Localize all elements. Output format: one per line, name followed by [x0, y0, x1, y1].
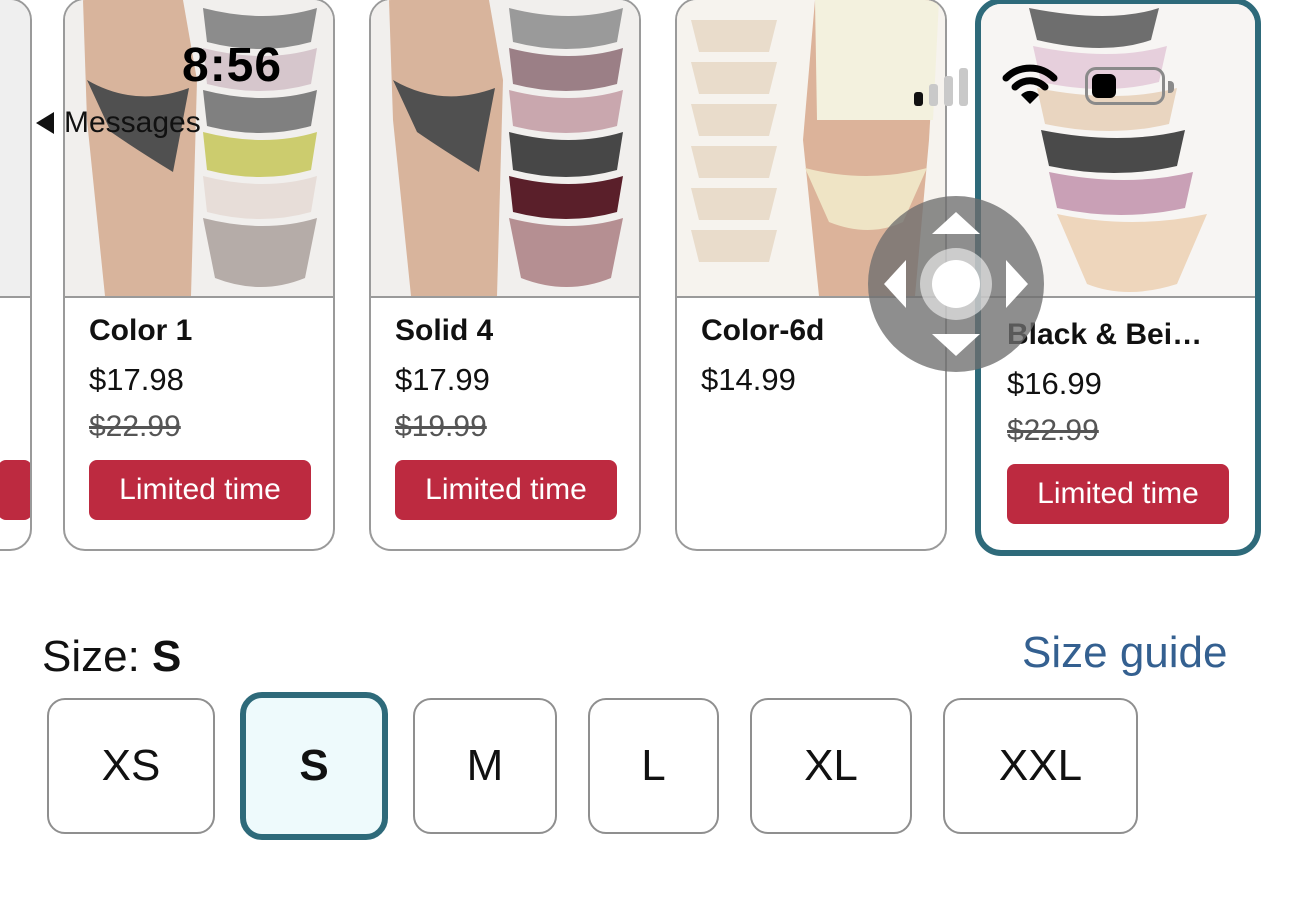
product-name: Color-6d: [701, 314, 825, 347]
back-to-messages[interactable]: Messages: [36, 106, 201, 140]
product-old-price: $22.99: [89, 410, 181, 443]
limited-time-badge: [0, 460, 30, 520]
size-option-m[interactable]: M: [413, 698, 557, 834]
product-price: $17.98: [89, 362, 184, 397]
size-option-xxl[interactable]: XXL: [943, 698, 1138, 834]
size-option-s[interactable]: S: [240, 692, 388, 840]
selected-size-value: S: [152, 632, 182, 681]
product-price: $16.99: [1007, 366, 1102, 401]
product-image: [0, 0, 30, 298]
product-old-price: $19.99: [395, 410, 487, 443]
product-name: Color 1: [89, 314, 193, 347]
back-label: Messages: [64, 106, 201, 139]
assistive-touch-button[interactable]: [868, 196, 1044, 372]
arrow-left-icon: [884, 260, 906, 308]
product-price: $14.99: [701, 362, 796, 397]
arrow-down-icon: [932, 334, 980, 356]
limited-time-badge: Limited time: [1007, 464, 1229, 524]
product-image: [371, 0, 639, 298]
wifi-icon: [1002, 64, 1058, 104]
signal-strength-icon: [914, 68, 968, 106]
size-option-l[interactable]: L: [588, 698, 719, 834]
arrow-right-icon: [1006, 260, 1028, 308]
battery-icon: [1085, 67, 1174, 105]
arrow-up-icon: [932, 212, 980, 234]
product-card-partial[interactable]: [0, 0, 32, 551]
limited-time-badge: Limited time: [89, 460, 311, 520]
size-label: Size: S: [42, 632, 181, 682]
back-arrow-icon: [36, 112, 54, 134]
product-card-solid-4[interactable]: Solid 4 $17.99 $19.99 Limited time: [369, 0, 641, 551]
size-guide-link[interactable]: Size guide: [1022, 628, 1227, 678]
size-option-xs[interactable]: XS: [47, 698, 215, 834]
product-name: Solid 4: [395, 314, 494, 347]
assistive-touch-dot: [932, 260, 980, 308]
size-option-xl[interactable]: XL: [750, 698, 912, 834]
limited-time-badge: Limited time: [395, 460, 617, 520]
product-name: Black & Bei…: [1007, 318, 1203, 351]
product-price: $17.99: [395, 362, 490, 397]
size-label-text: Size:: [42, 632, 153, 681]
product-old-price: $22.99: [1007, 414, 1099, 447]
status-time: 8:56: [182, 39, 283, 92]
